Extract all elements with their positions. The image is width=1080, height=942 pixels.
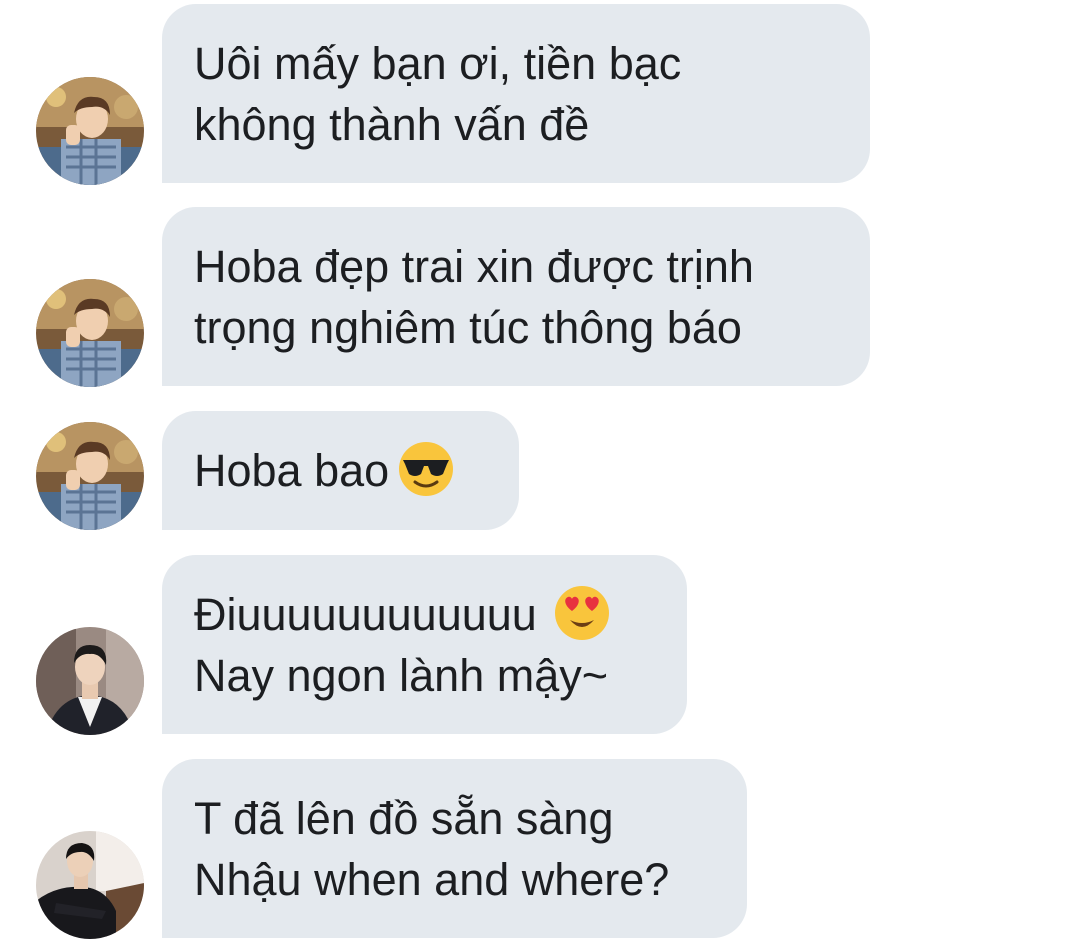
avatar-image <box>36 831 144 939</box>
message-text: T đã lên đồ sẵn sàng <box>194 792 614 844</box>
message-text: Nay ngon lành mậy~ <box>194 649 609 701</box>
message-line: Điuuuuuuuuuuuu <box>194 584 655 645</box>
message-text: Điuuuuuuuuuuuu <box>194 588 537 640</box>
avatar[interactable] <box>36 422 144 530</box>
avatar-image <box>36 422 144 530</box>
avatar[interactable] <box>36 831 144 939</box>
avatar-image <box>36 77 144 185</box>
avatar[interactable] <box>36 279 144 387</box>
avatar[interactable] <box>36 627 144 735</box>
message-text: Hoba bao <box>194 445 390 496</box>
message-text: Hoba đẹp trai xin được trịnh <box>194 240 754 292</box>
heart-eyes-emoji-icon <box>553 584 611 642</box>
message-text: không thành vấn đề <box>194 98 590 150</box>
sunglasses-emoji-icon <box>397 440 455 498</box>
message-text: Uôi mấy bạn ơi, tiền bạc <box>194 37 682 89</box>
message-bubble[interactable]: Uôi mấy bạn ơi, tiền bạc không thành vấn… <box>162 4 870 183</box>
message-line: Hoba bao <box>194 440 487 501</box>
message-text: Nhậu when and where? <box>194 853 670 905</box>
message-bubble[interactable]: Hoba bao <box>162 411 519 530</box>
avatar[interactable] <box>36 77 144 185</box>
message-bubble[interactable]: Điuuuuuuuuuuuu Nay ngon lành mậy~ <box>162 555 687 734</box>
message-text: trọng nghiêm túc thông báo <box>194 301 742 353</box>
message-bubble[interactable]: Hoba đẹp trai xin được trịnh trọng nghiê… <box>162 207 870 386</box>
avatar-image <box>36 279 144 387</box>
avatar-image <box>36 627 144 735</box>
message-bubble[interactable]: T đã lên đồ sẵn sàng Nhậu when and where… <box>162 759 747 938</box>
